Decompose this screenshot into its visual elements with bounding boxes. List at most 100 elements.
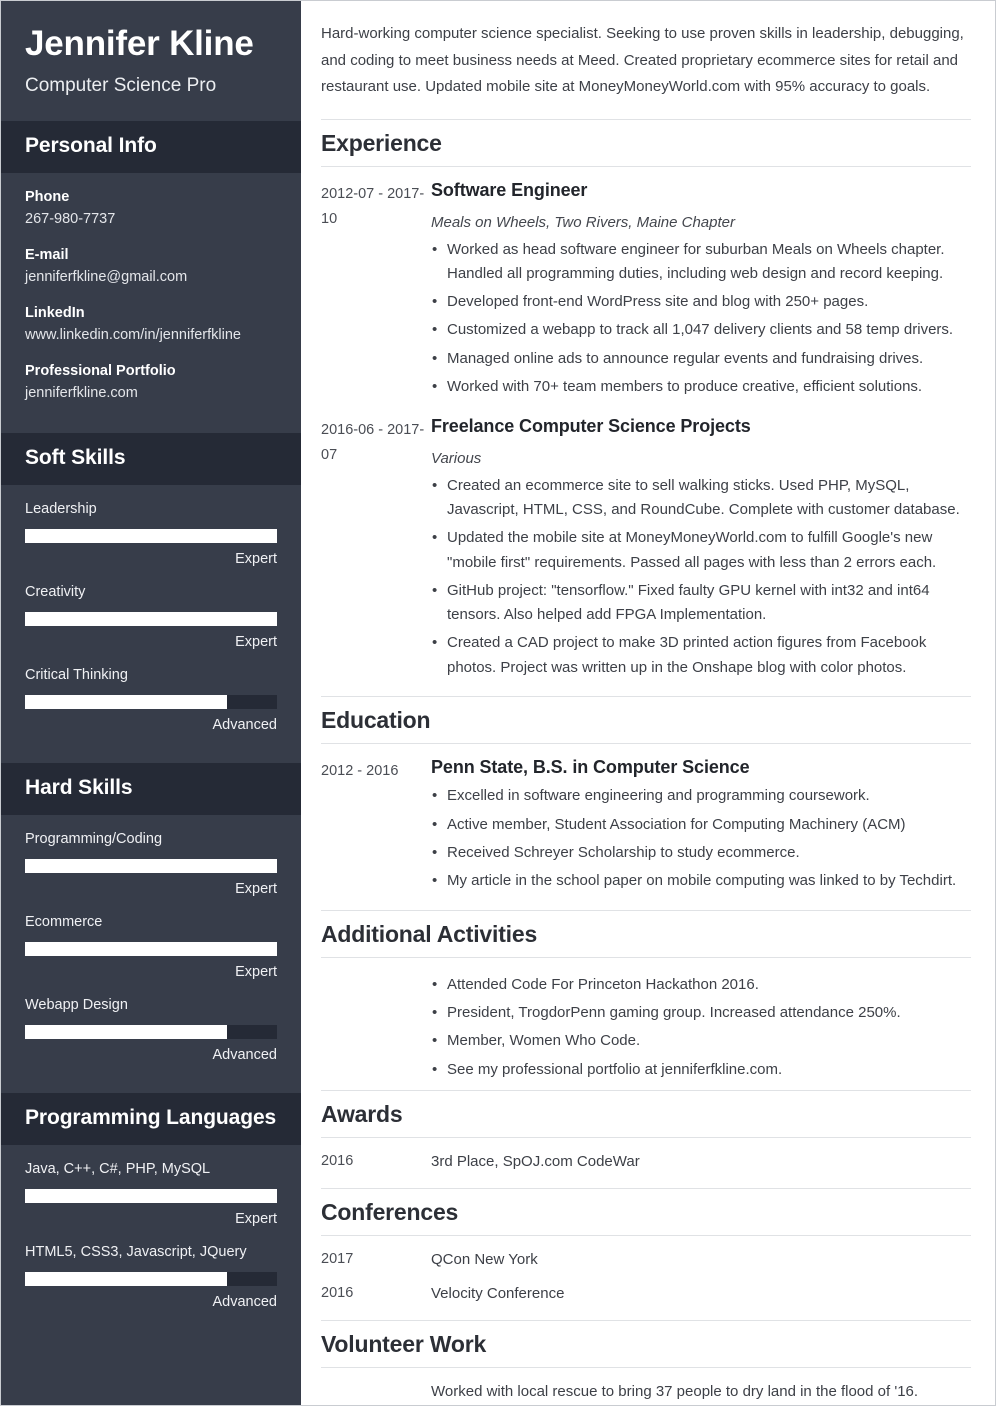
contact-label: LinkedIn bbox=[25, 304, 85, 321]
section-title: Programming Languages bbox=[25, 1106, 277, 1130]
personal-info-body: Phone 267-980-7737 E-mail jenniferfkline… bbox=[1, 173, 301, 428]
conference-row: 2016 Velocity Conference bbox=[321, 1282, 971, 1306]
resume-page: Jennifer Kline Computer Science Pro Pers… bbox=[0, 0, 996, 1406]
section-heading-volunteer-work: Volunteer Work bbox=[321, 1320, 971, 1369]
award-text: 3rd Place, SpOJ.com CodeWar bbox=[431, 1152, 640, 1170]
entry-date: 2012 - 2016 bbox=[321, 763, 399, 780]
skill-bar-track bbox=[25, 529, 277, 544]
section-header-hard-skills: Hard Skills bbox=[1, 763, 301, 816]
skill-item: Creativity Expert bbox=[25, 582, 277, 652]
section-heading-awards: Awards bbox=[321, 1089, 971, 1138]
skill-name: Webapp Design bbox=[25, 997, 128, 1014]
bullet-item: Worked with 70+ team members to produce … bbox=[431, 375, 971, 400]
skill-bar-fill bbox=[25, 612, 277, 627]
skill-item: Leadership Expert bbox=[25, 499, 277, 569]
entry-title: Freelance Computer Science Projects bbox=[431, 416, 751, 437]
skill-item: Java, C++, C#, PHP, MySQL Expert bbox=[25, 1159, 277, 1229]
skill-level-label: Expert bbox=[235, 964, 277, 981]
bullet-item: My article in the school paper on mobile… bbox=[431, 869, 971, 894]
entry-body: Software Engineer Meals on Wheels, Two R… bbox=[431, 179, 971, 399]
volunteer-line: Worked with local rescue to bring 37 peo… bbox=[431, 1383, 919, 1401]
contact-label: Phone bbox=[25, 189, 70, 206]
bullet-item: See my professional portfolio at jennife… bbox=[431, 1058, 971, 1083]
bullet-item: Created an ecommerce site to sell walkin… bbox=[431, 474, 971, 523]
conference-text: Velocity Conference bbox=[431, 1285, 565, 1302]
skill-bar-track bbox=[25, 1272, 277, 1287]
bullet-item: Member, Women Who Code. bbox=[431, 1029, 971, 1054]
awards-rows: 2016 3rd Place, SpOJ.com CodeWar bbox=[321, 1138, 971, 1188]
section-heading-education: Education bbox=[321, 696, 971, 745]
skill-bar-track bbox=[25, 1189, 277, 1204]
bullet-item: Excelled in software engineering and pro… bbox=[431, 784, 971, 809]
entry-bullets: Excelled in software engineering and pro… bbox=[431, 784, 971, 893]
award-year: 2016 bbox=[321, 1152, 354, 1169]
skill-level-label: Expert bbox=[235, 881, 277, 898]
section-heading-conferences: Conferences bbox=[321, 1187, 971, 1236]
conference-row: 2017 QCon New York bbox=[321, 1248, 971, 1272]
conference-year: 2016 bbox=[321, 1285, 354, 1301]
professional-summary: Hard-working computer science specialist… bbox=[321, 25, 964, 96]
experience-entries: 2012-07 - 2017-10 Software Engineer Meal… bbox=[321, 167, 971, 696]
skill-bar-fill bbox=[25, 1189, 277, 1204]
section-title: Personal Info bbox=[25, 134, 157, 158]
skill-level-label: Expert bbox=[235, 551, 277, 568]
contact-item-email: E-mail jenniferfkline@gmail.com bbox=[25, 245, 277, 289]
skill-level-label: Expert bbox=[235, 1211, 277, 1228]
sidebar: Jennifer Kline Computer Science Pro Pers… bbox=[1, 1, 301, 1405]
contact-value[interactable]: jenniferfkline.com bbox=[25, 383, 277, 405]
entry-subtitle: Various bbox=[431, 449, 482, 467]
conference-year: 2017 bbox=[321, 1251, 354, 1267]
bullet-item: Updated the mobile site at MoneyMoneyWor… bbox=[431, 526, 971, 575]
main-content: Hard-working computer science specialist… bbox=[301, 1, 995, 1405]
skill-item: Webapp Design Advanced bbox=[25, 995, 277, 1065]
contact-item-portfolio: Professional Portfolio jenniferfkline.co… bbox=[25, 361, 277, 405]
experience-entry: 2016-06 - 2017-07 Freelance Computer Sci… bbox=[321, 415, 971, 680]
contact-value[interactable]: www.linkedin.com/in/jenniferfkline bbox=[25, 325, 277, 347]
programming-languages-body: Java, C++, C#, PHP, MySQL Expert HTML5, … bbox=[1, 1145, 301, 1335]
entry-date: 2016-06 - 2017-07 bbox=[321, 422, 425, 464]
experience-entry: 2012-07 - 2017-10 Software Engineer Meal… bbox=[321, 179, 971, 399]
education-entries: 2012 - 2016 Penn State, B.S. in Computer… bbox=[321, 744, 971, 910]
volunteer-work-body: Worked with local rescue to bring 37 peo… bbox=[321, 1368, 971, 1405]
skill-item: Programming/Coding Expert bbox=[25, 829, 277, 899]
identity-block: Jennifer Kline Computer Science Pro bbox=[1, 1, 301, 121]
contact-label: Professional Portfolio bbox=[25, 362, 176, 379]
bullet-item: Customized a webapp to track all 1,047 d… bbox=[431, 318, 971, 343]
skill-bar-fill bbox=[25, 695, 227, 710]
skill-bar-fill bbox=[25, 859, 277, 874]
bullet-item: Active member, Student Association for C… bbox=[431, 813, 971, 838]
entry-title: Penn State, B.S. in Computer Science bbox=[431, 757, 750, 778]
section-heading-experience: Experience bbox=[321, 119, 971, 168]
skill-bar-track bbox=[25, 695, 277, 710]
entry-date: 2012-07 - 2017-10 bbox=[321, 186, 425, 228]
additional-activities-body: Attended Code For Princeton Hackathon 20… bbox=[321, 958, 971, 1090]
skill-name: Creativity bbox=[25, 584, 86, 601]
entry-bullets: Worked as head software engineer for sub… bbox=[431, 238, 971, 400]
conferences-rows: 2017 QCon New York 2016 Velocity Confere… bbox=[321, 1236, 971, 1320]
bullet-item: Managed online ads to announce regular e… bbox=[431, 347, 971, 372]
skill-item: HTML5, CSS3, Javascript, JQuery Advanced bbox=[25, 1242, 277, 1312]
entry-bullets: Created an ecommerce site to sell walkin… bbox=[431, 474, 971, 680]
skill-level-label: Advanced bbox=[212, 717, 278, 734]
bullet-item: Attended Code For Princeton Hackathon 20… bbox=[431, 973, 971, 998]
contact-item-linkedin: LinkedIn www.linkedin.com/in/jenniferfkl… bbox=[25, 303, 277, 347]
section-heading-additional-activities: Additional Activities bbox=[321, 909, 971, 958]
skill-name: HTML5, CSS3, Javascript, JQuery bbox=[25, 1244, 247, 1261]
bullet-item: Created a CAD project to make 3D printed… bbox=[431, 631, 971, 680]
skill-name: Programming/Coding bbox=[25, 831, 163, 848]
skill-item: Ecommerce Expert bbox=[25, 912, 277, 982]
entry-body: Freelance Computer Science Projects Vari… bbox=[431, 415, 971, 680]
skill-item: Critical Thinking Advanced bbox=[25, 665, 277, 735]
skill-level-label: Advanced bbox=[212, 1047, 278, 1064]
section-header-programming-languages: Programming Languages bbox=[1, 1093, 301, 1146]
skill-name: Critical Thinking bbox=[25, 667, 128, 684]
conference-text: QCon New York bbox=[431, 1251, 538, 1268]
skill-bar-fill bbox=[25, 529, 277, 544]
contact-value[interactable]: 267-980-7737 bbox=[25, 209, 277, 231]
section-title: Hard Skills bbox=[25, 776, 133, 800]
entry-body: Penn State, B.S. in Computer Science Exc… bbox=[431, 756, 971, 894]
candidate-job-title: Computer Science Pro bbox=[25, 74, 217, 96]
skill-level-label: Expert bbox=[235, 634, 277, 651]
contact-value[interactable]: jenniferfkline@gmail.com bbox=[25, 267, 277, 289]
section-header-soft-skills: Soft Skills bbox=[1, 433, 301, 486]
